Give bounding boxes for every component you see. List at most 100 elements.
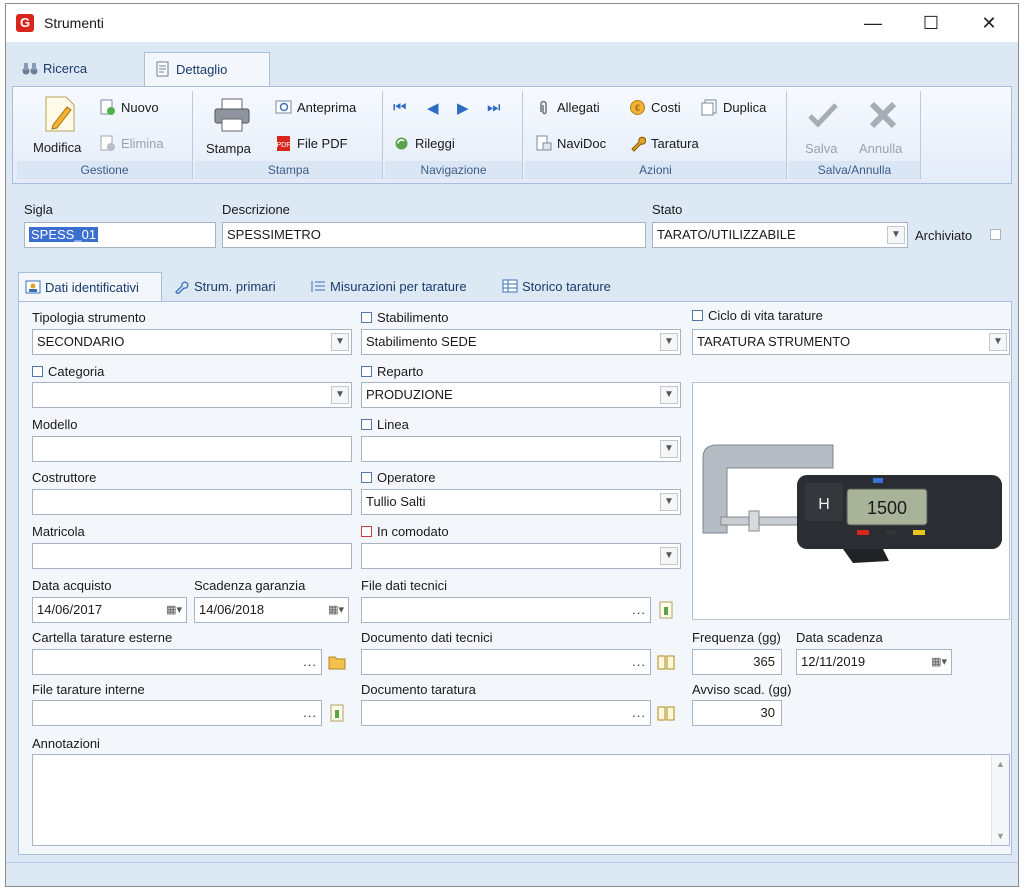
matricola-input[interactable]	[32, 543, 352, 569]
chevron-down-icon: ▼	[660, 493, 678, 511]
scadenza-garanzia-input[interactable]: 14/06/2018 ▦▾	[194, 597, 349, 623]
chevron-down-icon: ▼	[887, 226, 905, 244]
ciclo-select[interactable]: TARATURA STRUMENTO ▼	[692, 329, 1010, 355]
categoria-select[interactable]: ▼	[32, 382, 352, 408]
tab-misurazioni-label: Misurazioni per tarature	[330, 279, 467, 294]
new-icon	[100, 99, 115, 115]
annulla-button[interactable]: Annulla	[857, 93, 913, 157]
tipologia-label: Tipologia strumento	[32, 310, 146, 325]
tab-ricerca[interactable]: Ricerca	[12, 52, 97, 86]
calendar-icon[interactable]: ▦▾	[931, 650, 947, 674]
file-pdf-label: File PDF	[297, 136, 348, 151]
next-record-button[interactable]: ▶	[457, 99, 469, 117]
costruttore-input[interactable]	[32, 489, 352, 515]
preview-icon	[275, 100, 292, 114]
maximize-icon: ☐	[922, 13, 940, 33]
salva-button[interactable]: Salva	[797, 93, 849, 157]
frequenza-input[interactable]: 365	[692, 649, 782, 675]
cartella-label: Cartella tarature esterne	[32, 630, 173, 645]
last-record-button[interactable]: ⏭	[487, 99, 501, 116]
operatore-checkbox[interactable]	[361, 472, 372, 483]
minimize-button[interactable]: —	[844, 4, 902, 42]
file-dati-browse-button[interactable]: ...	[632, 598, 646, 622]
categoria-checkbox[interactable]	[32, 366, 43, 377]
nuovo-button[interactable]: Nuovo	[99, 99, 159, 116]
chevron-down-icon: ▼	[660, 440, 678, 458]
svg-text:PDF: PDF	[277, 142, 291, 149]
avviso-input[interactable]: 30	[692, 700, 782, 726]
doc-dati-browse-button[interactable]: ...	[632, 650, 646, 674]
calendar-icon[interactable]: ▦▾	[328, 598, 344, 622]
comodato-select[interactable]: ▼	[361, 543, 681, 569]
cartella-browse-button[interactable]: ...	[303, 650, 317, 674]
doc-dati-label: Documento dati tecnici	[361, 630, 493, 645]
chevron-down-icon: ▼	[660, 547, 678, 565]
ciclo-value: TARATURA STRUMENTO	[697, 334, 851, 349]
cartella-input[interactable]: ...	[32, 649, 322, 675]
stabilimento-select[interactable]: Stabilimento SEDE ▼	[361, 329, 681, 355]
allegati-button[interactable]: Allegati	[535, 99, 600, 116]
document-icon[interactable]	[657, 601, 675, 619]
ciclo-checkbox[interactable]	[692, 310, 703, 321]
operatore-select[interactable]: Tullio Salti ▼	[361, 489, 681, 515]
doc-taratura-input[interactable]: ...	[361, 700, 651, 726]
annotazioni-textarea[interactable]: ▲ ▼	[32, 754, 1010, 846]
comodato-checkbox[interactable]	[361, 526, 372, 537]
modello-input[interactable]	[32, 436, 352, 462]
duplica-button[interactable]: Duplica	[701, 99, 766, 116]
file-tarature-browse-button[interactable]: ...	[303, 701, 317, 725]
tab-storico-tarature[interactable]: Storico tarature	[496, 272, 617, 302]
taratura-button[interactable]: Taratura	[629, 135, 699, 152]
tab-strum-primari[interactable]: Strum. primari	[168, 272, 282, 302]
prev-record-button[interactable]: ◀	[427, 99, 439, 117]
data-acquisto-input[interactable]: 14/06/2017 ▦▾	[32, 597, 187, 623]
tab-misurazioni[interactable]: Misurazioni per tarature	[304, 272, 473, 302]
wrench-icon	[631, 136, 646, 152]
linea-select[interactable]: ▼	[361, 436, 681, 462]
comodato-label: In comodato	[377, 524, 449, 539]
document-icon[interactable]	[328, 704, 346, 722]
anteprima-button[interactable]: Anteprima	[275, 99, 356, 116]
scroll-down-icon[interactable]: ▼	[992, 831, 1009, 841]
first-record-button[interactable]: ⏮	[393, 99, 407, 116]
chevron-down-icon: ▼	[331, 386, 349, 404]
navidoc-button[interactable]: NaviDoc	[535, 135, 606, 152]
linea-checkbox[interactable]	[361, 419, 372, 430]
stato-select[interactable]: TARATO/UTILIZZABILE ▼	[652, 222, 908, 248]
annotazioni-label: Annotazioni	[32, 736, 100, 751]
stampa-button[interactable]: Stampa	[201, 93, 261, 157]
reparto-checkbox[interactable]	[361, 366, 372, 377]
reparto-select[interactable]: PRODUZIONE ▼	[361, 382, 681, 408]
file-pdf-button[interactable]: PDF File PDF	[275, 135, 348, 152]
doc-dati-input[interactable]: ...	[361, 649, 651, 675]
svg-text:€: €	[635, 103, 640, 113]
costi-button[interactable]: € Costi	[629, 99, 681, 116]
book-icon[interactable]	[657, 704, 675, 722]
data-scadenza-input[interactable]: 12/11/2019 ▦▾	[796, 649, 952, 675]
operatore-label: Operatore	[377, 470, 436, 485]
elimina-button[interactable]: Elimina	[99, 135, 164, 152]
sigla-input[interactable]: SPESS_01	[24, 222, 216, 248]
annotazioni-scrollbar[interactable]: ▲ ▼	[991, 755, 1009, 845]
stabilimento-checkbox[interactable]	[361, 312, 372, 323]
book-icon[interactable]	[657, 653, 675, 671]
archiviato-checkbox[interactable]	[990, 229, 1001, 240]
data-scadenza-value: 12/11/2019	[801, 654, 866, 669]
tipologia-select[interactable]: SECONDARIO ▼	[32, 329, 352, 355]
tab-dati-identificativi[interactable]: Dati identificativi	[18, 272, 162, 302]
calendar-icon[interactable]: ▦▾	[166, 598, 182, 622]
folder-icon[interactable]	[328, 653, 346, 671]
file-tarature-input[interactable]: ...	[32, 700, 322, 726]
rileggi-button[interactable]: Rileggi	[393, 135, 455, 152]
maximize-button[interactable]: ☐	[902, 4, 960, 42]
ribbon-group-stampa: Stampa Anteprima PDF File PDF Stampa	[195, 91, 383, 179]
modifica-button[interactable]: Modifica	[25, 93, 91, 157]
tab-dettaglio[interactable]: Dettaglio	[144, 52, 270, 86]
doc-taratura-browse-button[interactable]: ...	[632, 701, 646, 725]
close-button[interactable]: ✕	[960, 4, 1018, 42]
azioni-group-label: Azioni	[525, 161, 786, 179]
file-dati-input[interactable]: ...	[361, 597, 651, 623]
scroll-up-icon[interactable]: ▲	[992, 759, 1009, 769]
list-icon	[311, 281, 325, 292]
descrizione-input[interactable]: SPESSIMETRO	[222, 222, 646, 248]
